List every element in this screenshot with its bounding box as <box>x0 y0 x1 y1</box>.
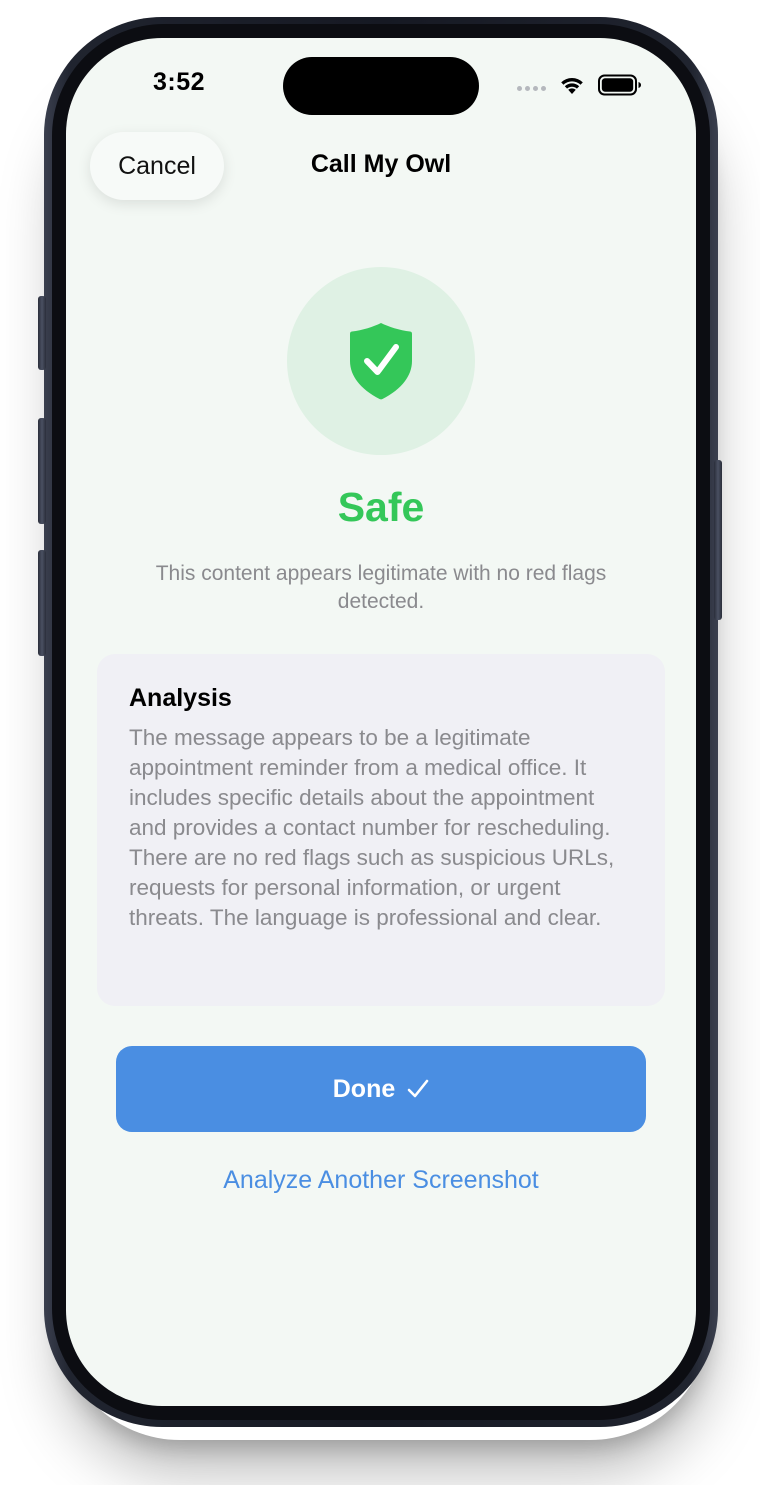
done-button[interactable]: Done <box>116 1046 646 1132</box>
wifi-icon <box>561 78 583 94</box>
result-icon-circle <box>287 267 475 455</box>
result-status-label: Safe <box>337 484 425 530</box>
app-screen: 3:52 Cancel Call My Owl Safe This conten… <box>66 38 696 1406</box>
status-icons <box>517 74 642 96</box>
analysis-text: The message appears to be a legitimate a… <box>129 725 615 930</box>
volume-down-button <box>38 550 46 656</box>
checkmark-icon <box>407 1079 429 1098</box>
device-mockup: 3:52 Cancel Call My Owl Safe This conten… <box>0 0 760 1485</box>
cellular-signal-icon <box>517 85 546 91</box>
action-button <box>38 296 46 370</box>
analysis-title: Analysis <box>129 684 232 712</box>
volume-up-button <box>38 418 46 524</box>
dynamic-island <box>283 57 479 115</box>
battery-icon <box>598 74 641 96</box>
shield-check-icon <box>350 323 412 400</box>
result-description: This content appears legitimate with no … <box>155 562 607 613</box>
analysis-card: Analysis The message appears to be a leg… <box>97 654 665 1006</box>
page-title: Call My Owl <box>310 150 452 178</box>
power-button <box>714 460 722 620</box>
status-time: 3:52 <box>153 68 206 96</box>
navigation-bar: Cancel Call My Owl <box>66 132 696 202</box>
done-button-label: Done <box>332 1074 396 1103</box>
analyze-another-link[interactable]: Analyze Another Screenshot <box>66 1166 696 1195</box>
